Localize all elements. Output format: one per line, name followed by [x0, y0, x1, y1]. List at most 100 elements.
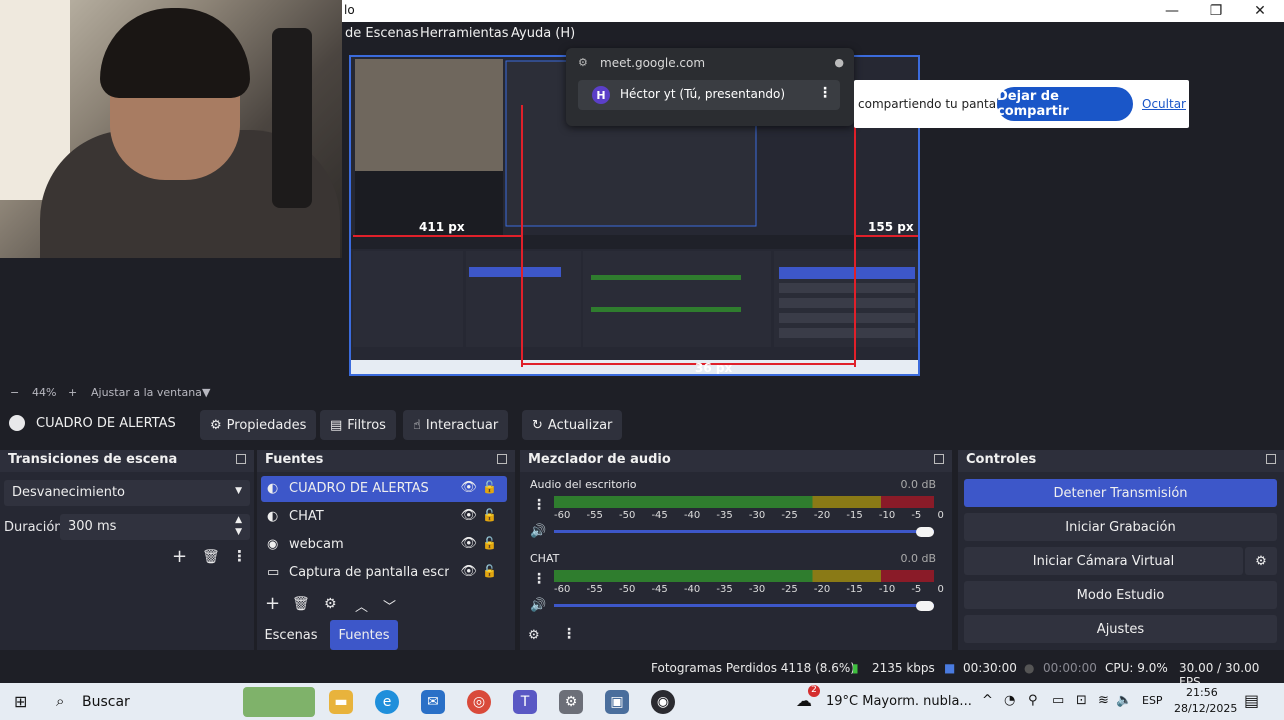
lock-icon[interactable]: 🔓	[482, 564, 497, 578]
more-options-icon[interactable]: ⋮	[562, 626, 576, 642]
file-explorer-icon[interactable]: ▬	[329, 690, 353, 714]
lock-icon[interactable]: 🔓	[482, 508, 497, 522]
interact-label: Interactuar	[425, 417, 499, 433]
chrome-icon[interactable]: ◎	[467, 690, 491, 714]
undock-icon[interactable]	[497, 454, 507, 464]
zoom-in-button[interactable]: +	[68, 386, 77, 399]
volume-icon[interactable]: 🔈	[1116, 693, 1132, 708]
duration-spinbox[interactable]: 300 ms ▲ ▼	[60, 514, 250, 540]
site-settings-icon[interactable]: ⚙	[578, 56, 588, 69]
hide-button[interactable]: Ocultar	[1142, 97, 1186, 111]
gear-icon[interactable]: ⚙	[324, 596, 337, 612]
browser-icon: ◐	[267, 509, 279, 524]
interact-button[interactable]: ☝ Interactuar	[403, 410, 509, 440]
undock-icon[interactable]	[1266, 454, 1276, 464]
zoom-out-button[interactable]: −	[10, 386, 19, 399]
more-options-icon[interactable]: ⋮	[532, 497, 546, 513]
refresh-button[interactable]: ↻ Actualizar	[522, 410, 623, 440]
duration-value: 300 ms	[68, 519, 117, 534]
notification-center-icon[interactable]: ▤	[1244, 691, 1259, 710]
source-label: Captura de pantalla escritorio	[289, 565, 449, 580]
virtual-camera-settings-button[interactable]: ⚙	[1245, 547, 1277, 575]
chevron-down-icon[interactable]: ▼	[202, 386, 210, 399]
search-icon[interactable]: ⌕	[56, 692, 64, 710]
volume-slider[interactable]	[554, 530, 934, 533]
chevron-up-icon[interactable]: ^	[982, 693, 993, 708]
undock-icon[interactable]	[934, 454, 944, 464]
clock-time[interactable]: 21:56	[1186, 686, 1218, 699]
stop-stream-button[interactable]: Detener Transmisión	[964, 479, 1277, 507]
settings-icon[interactable]: ⚙	[559, 690, 583, 714]
fit-window-label[interactable]: Ajustar a la ventana	[91, 386, 202, 399]
more-options-icon[interactable]: ⋮	[818, 85, 832, 101]
source-label: CHAT	[289, 509, 324, 524]
teams-icon[interactable]: T	[513, 690, 537, 714]
settings-button[interactable]: Ajustes	[964, 615, 1277, 643]
source-item[interactable]: ◐ CHAT 👁 🔓	[261, 504, 507, 530]
volume-slider[interactable]	[554, 604, 934, 607]
studio-mode-button[interactable]: Modo Estudio	[964, 581, 1277, 609]
transition-select[interactable]: Desvanecimiento ▼	[4, 480, 250, 506]
clock-date[interactable]: 28/12/2025	[1174, 702, 1237, 715]
network-icon[interactable]: ⊡	[1076, 693, 1087, 708]
chevron-down-icon[interactable]: ▼	[235, 527, 242, 537]
source-item[interactable]: ◉ webcam 👁 🔓	[261, 532, 507, 558]
lock-icon[interactable]: 🔓	[482, 480, 497, 494]
record-icon: ●	[1024, 661, 1035, 675]
wifi-icon[interactable]: ≋	[1098, 693, 1109, 708]
weather-text[interactable]: 19°C Mayorm. nubla...	[826, 694, 972, 709]
filters-button[interactable]: ▤ Filtros	[320, 410, 396, 440]
scene-toolbar: CUADRO DE ALERTAS ⚙ Propiedades ▤ Filtros …	[0, 404, 1284, 444]
source-item[interactable]: ▭ Captura de pantalla escritorio 👁 🔓	[261, 560, 507, 586]
eye-icon[interactable]: 👁	[460, 508, 477, 523]
tab-scenes[interactable]: Escenas	[259, 620, 323, 650]
advanced-audio-icon[interactable]: ⚙	[528, 628, 540, 643]
presenter-row[interactable]: H Héctor yt (Tú, presentando) ⋮	[578, 80, 840, 110]
taskbar-search[interactable]: Buscar	[82, 694, 130, 710]
chevron-up-icon[interactable]: ︿	[355, 596, 368, 615]
speaker-icon[interactable]: 🔊	[530, 598, 546, 613]
microphone-icon[interactable]: ⚲	[1028, 693, 1038, 708]
filter-icon: ▤	[330, 417, 343, 433]
chevron-down-icon[interactable]: ﹀	[383, 596, 396, 615]
menu-help[interactable]: Ayuda (H)	[511, 26, 575, 41]
dock-header: Fuentes	[257, 450, 515, 472]
more-options-icon[interactable]: ⋮	[532, 571, 546, 587]
start-virtual-camera-button[interactable]: Iniciar Cámara Virtual	[964, 547, 1243, 575]
menu-scene-collection[interactable]: de Escenas	[345, 26, 419, 41]
stop-sharing-button[interactable]: Dejar de compartir	[997, 87, 1133, 121]
slider-knob[interactable]	[916, 601, 934, 611]
outlook-icon[interactable]: ✉	[421, 690, 445, 714]
menu-tools[interactable]: Herramientas	[420, 26, 509, 41]
meter-ticks: -60 -55 -50 -45 -40 -35 -30 -25 -20 -15 -10 -5 0	[554, 584, 944, 595]
trash-icon[interactable]: 🗑	[292, 596, 310, 612]
obs-icon[interactable]: ◉	[651, 690, 675, 714]
speaker-icon[interactable]: 🔊	[530, 524, 546, 539]
windows-start-icon[interactable]: ⊞	[14, 692, 27, 711]
properties-button[interactable]: ⚙ Propiedades	[200, 410, 317, 440]
tray-icon[interactable]: ◔	[1004, 693, 1015, 708]
start-recording-button[interactable]: Iniciar Grabación	[964, 513, 1277, 541]
maximize-button[interactable]: ❐	[1194, 0, 1238, 22]
eye-icon[interactable]: 👁	[460, 564, 477, 579]
add-icon[interactable]: +	[265, 593, 280, 614]
more-options-icon[interactable]: ⋮	[232, 547, 247, 565]
battery-icon[interactable]: ▭	[1052, 693, 1064, 708]
language-indicator[interactable]: ESP	[1142, 694, 1163, 707]
eye-icon[interactable]: 👁	[460, 480, 477, 495]
slider-knob[interactable]	[916, 527, 934, 537]
monitor-icon: ▭	[267, 565, 280, 580]
minimize-button[interactable]: —	[1150, 0, 1194, 22]
edge-icon[interactable]: e	[375, 690, 399, 714]
lock-icon[interactable]: 🔓	[482, 536, 497, 550]
browser-icon	[9, 415, 25, 431]
tab-sources[interactable]: Fuentes	[330, 620, 398, 650]
add-icon[interactable]: +	[172, 546, 187, 567]
close-button[interactable]: ✕	[1238, 0, 1282, 22]
chevron-up-icon[interactable]: ▲	[235, 515, 242, 525]
eye-icon[interactable]: 👁	[460, 536, 477, 551]
source-item[interactable]: ◐ CUADRO DE ALERTAS 👁 🔓	[261, 476, 507, 502]
camera-app-icon[interactable]: ▣	[605, 690, 629, 714]
trash-icon[interactable]: 🗑	[202, 549, 220, 565]
undock-icon[interactable]	[236, 454, 246, 464]
